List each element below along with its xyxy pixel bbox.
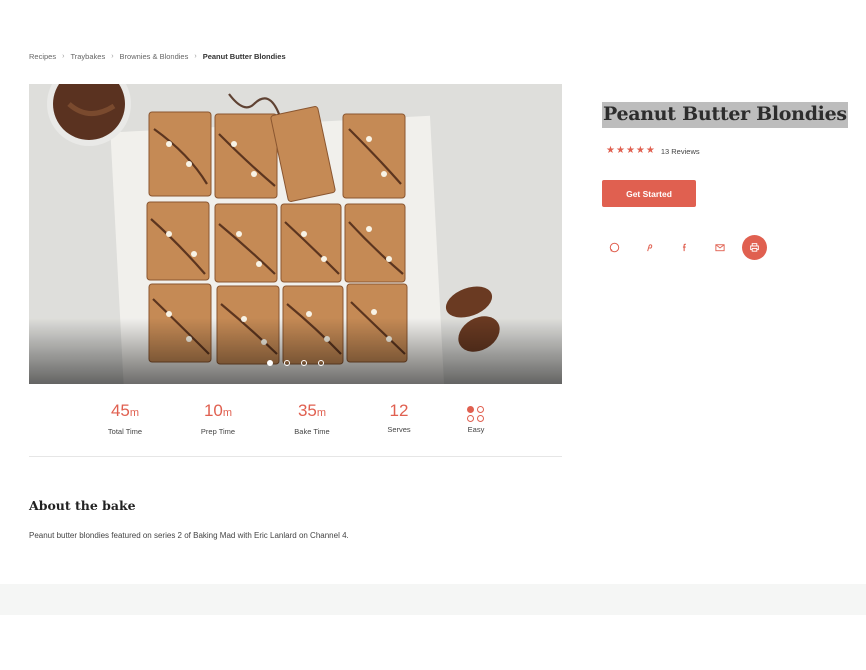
recipe-image-carousel[interactable]: [29, 84, 562, 384]
breadcrumb-traybakes[interactable]: Traybakes: [70, 52, 105, 61]
stat-value: 35m: [297, 401, 327, 420]
breadcrumb: Recipes › Traybakes › Brownies & Blondie…: [29, 52, 286, 61]
breadcrumb-brownies-blondies[interactable]: Brownies & Blondies: [120, 52, 189, 61]
recipe-title: Peanut Butter Blondies: [602, 102, 848, 128]
carousel-dot[interactable]: [301, 360, 307, 366]
stat-serves: 12 Serves: [359, 400, 439, 434]
stat-label: Total Time: [107, 427, 143, 436]
get-started-button[interactable]: Get Started: [602, 180, 696, 207]
carousel-dot[interactable]: [284, 360, 290, 366]
stat-label: Serves: [387, 425, 411, 434]
recipe-photo: [29, 84, 562, 384]
stat-total-time: 45m Total Time: [85, 400, 165, 436]
reviews-count[interactable]: 13 Reviews: [661, 147, 700, 156]
carousel-dot[interactable]: [267, 360, 273, 366]
print-icon[interactable]: [742, 235, 767, 260]
star-icon: ★: [625, 145, 635, 156]
breadcrumb-current: Peanut Butter Blondies: [202, 52, 286, 61]
facebook-icon[interactable]: [672, 235, 697, 260]
stat-difficulty: Easy: [436, 400, 516, 434]
stat-value: 45m: [110, 401, 140, 420]
breadcrumb-separator: ›: [62, 53, 65, 60]
share-bar: [602, 235, 767, 260]
about-heading: About the bake: [29, 498, 136, 513]
stat-label: Bake Time: [294, 427, 330, 436]
stat-label: Prep Time: [200, 427, 236, 436]
carousel-pagination: [29, 360, 562, 366]
breadcrumb-separator: ›: [194, 53, 197, 60]
stat-prep-time: 10m Prep Time: [178, 400, 258, 436]
star-icon: ★: [606, 145, 615, 156]
about-text: Peanut butter blondies featured on serie…: [29, 531, 349, 540]
footer-band: [0, 584, 866, 615]
stat-value: 12: [389, 401, 409, 420]
pinterest-icon[interactable]: [637, 235, 662, 260]
divider: [29, 456, 562, 457]
carousel-dot[interactable]: [318, 360, 324, 366]
breadcrumb-recipes[interactable]: Recipes: [29, 52, 56, 61]
stat-bake-time: 35m Bake Time: [272, 400, 352, 436]
star-icon: ★: [615, 145, 625, 156]
recipe-stats: 45m Total Time 10m Prep Time 35m Bake Ti…: [29, 400, 562, 440]
difficulty-icon: [467, 406, 485, 422]
star-icon: ★: [635, 145, 645, 156]
email-icon[interactable]: [707, 235, 732, 260]
whatsapp-icon[interactable]: [602, 235, 627, 260]
breadcrumb-separator: ›: [111, 53, 114, 60]
rating[interactable]: ★ ★ ★ ★ ★ 13 Reviews: [606, 146, 700, 156]
stat-value: 10m: [203, 401, 233, 420]
star-icon: ★: [645, 145, 655, 156]
stat-label: Easy: [467, 425, 485, 434]
